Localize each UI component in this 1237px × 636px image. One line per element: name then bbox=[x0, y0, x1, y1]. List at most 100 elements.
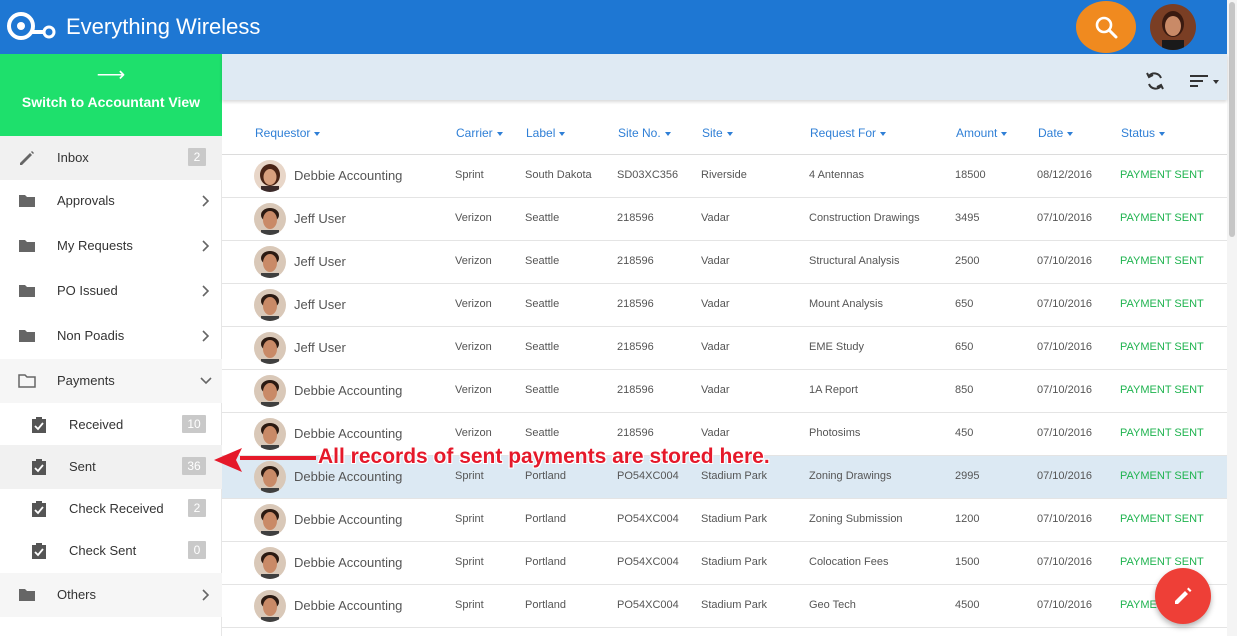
sidebar-item-others[interactable]: Others bbox=[0, 573, 222, 617]
table-row[interactable]: Debbie Accounting Sprint Portland PO54XC004… bbox=[222, 499, 1227, 542]
table-row[interactable]: Debbie Accounting Verizon Seattle 218596 Vad… bbox=[222, 370, 1227, 413]
carrier-cell: Verizon bbox=[455, 298, 492, 310]
table-row[interactable]: Jeff User Verizon Seattle 218596 Vadar Mount … bbox=[222, 284, 1227, 327]
table-row[interactable]: Jeff User Verizon Seattle 218596 Vadar Struct… bbox=[222, 241, 1227, 284]
user-avatar-image bbox=[1150, 4, 1196, 50]
column-header-status[interactable]: Status bbox=[1121, 126, 1166, 140]
site-cell: Stadium Park bbox=[701, 513, 768, 525]
requestor-cell: Debbie Accounting bbox=[294, 383, 403, 398]
status-cell: PAYMENT SENT bbox=[1120, 427, 1204, 439]
sidebar-item-sent[interactable]: Sent 36 bbox=[0, 445, 222, 489]
compose-fab-button[interactable] bbox=[1155, 568, 1211, 624]
sidebar-item-my-requests[interactable]: My Requests bbox=[0, 224, 222, 268]
table-row[interactable]: Jeff User Verizon Seattle 218596 Vadar EME St… bbox=[222, 327, 1227, 370]
sidebar-item-label: Others bbox=[57, 587, 97, 602]
column-header-site[interactable]: Site bbox=[702, 126, 733, 140]
column-header-site-no[interactable]: Site No. bbox=[618, 126, 671, 140]
app-root: Everything Wireless ⟶ Switch to Accounta… bbox=[0, 0, 1237, 636]
carrier-cell: Sprint bbox=[455, 169, 484, 181]
table-row[interactable]: Jeff User Verizon Seattle 218596 Vadar Constr… bbox=[222, 198, 1227, 241]
sidebar-item-po-issued[interactable]: PO Issued bbox=[0, 269, 222, 313]
user-avatar[interactable] bbox=[1150, 4, 1196, 50]
sidebar-item-inbox[interactable]: Inbox 2 bbox=[0, 136, 222, 180]
label-cell: Seattle bbox=[525, 384, 560, 396]
folder-icon bbox=[19, 240, 35, 252]
caret-down-icon bbox=[1067, 131, 1074, 136]
chevron-down-icon bbox=[200, 377, 212, 385]
sidebar: ⟶ Switch to Accountant View Inbox 2 Appr… bbox=[0, 54, 222, 636]
label-cell: Seattle bbox=[525, 255, 560, 267]
column-header-date[interactable]: Date bbox=[1038, 126, 1074, 140]
column-header-label: Site No. bbox=[618, 126, 661, 140]
request-for-cell: Mount Analysis bbox=[809, 298, 883, 310]
sidebar-item-payments[interactable]: Payments bbox=[0, 359, 222, 403]
request-for-cell: Construction Drawings bbox=[809, 212, 920, 224]
sidebar-item-label: Received bbox=[69, 417, 124, 432]
carrier-cell: Verizon bbox=[455, 255, 492, 267]
site-cell: Vadar bbox=[701, 298, 730, 310]
site-cell: Vadar bbox=[701, 427, 730, 439]
request-for-cell: EME Study bbox=[809, 341, 865, 353]
status-cell: PAYMENT SENT bbox=[1120, 255, 1204, 267]
requestor-cell: Debbie Accounting bbox=[294, 598, 403, 613]
carrier-cell: Verizon bbox=[455, 212, 492, 224]
request-for-cell: Photosims bbox=[809, 427, 861, 439]
column-header-label: Site bbox=[702, 126, 723, 140]
site-no-cell: PO54XC004 bbox=[617, 599, 679, 611]
sidebar-item-non-poadis[interactable]: Non Poadis bbox=[0, 314, 222, 358]
callout-arrow-icon bbox=[214, 448, 316, 472]
sidebar-item-approvals[interactable]: Approvals bbox=[0, 179, 222, 223]
sidebar-item-received[interactable]: Received 10 bbox=[0, 403, 222, 447]
table-row[interactable]: Debbie Accounting Sprint Portland PO54XC004… bbox=[222, 585, 1227, 628]
site-no-cell: 218596 bbox=[617, 255, 654, 267]
switch-label: Switch to Accountant View bbox=[21, 94, 201, 110]
requestor-cell: Debbie Accounting bbox=[294, 168, 403, 183]
column-header-amount[interactable]: Amount bbox=[956, 126, 1008, 140]
amount-cell: 650 bbox=[955, 341, 974, 353]
chevron-right-icon bbox=[202, 240, 210, 252]
folder-icon bbox=[19, 285, 35, 297]
refresh-icon[interactable] bbox=[1145, 70, 1165, 92]
caret-down-icon bbox=[314, 131, 321, 136]
caret-down-icon bbox=[559, 131, 566, 136]
requestor-cell: Debbie Accounting bbox=[294, 512, 403, 527]
avatar bbox=[254, 590, 286, 622]
status-cell: PAYMENT SENT bbox=[1120, 212, 1204, 224]
status-cell: PAYMENT SENT bbox=[1120, 470, 1204, 482]
amount-cell: 2500 bbox=[955, 255, 980, 267]
amount-cell: 18500 bbox=[955, 169, 986, 181]
table-row[interactable]: Debbie Accounting Sprint South Dakota SD03X… bbox=[222, 155, 1227, 198]
column-header-requestor[interactable]: Requestor bbox=[255, 126, 321, 140]
chevron-right-icon bbox=[202, 589, 210, 601]
requestor-cell: Debbie Accounting bbox=[294, 555, 403, 570]
count-badge: 36 bbox=[182, 457, 206, 475]
column-header-request-for[interactable]: Request For bbox=[810, 126, 887, 140]
column-header-label-col[interactable]: Label bbox=[526, 126, 566, 140]
site-no-cell: SD03XC356 bbox=[617, 169, 679, 181]
folder-icon bbox=[19, 589, 35, 601]
search-button[interactable] bbox=[1076, 1, 1136, 53]
requestor-cell: Jeff User bbox=[294, 254, 346, 269]
request-for-cell: Zoning Submission bbox=[809, 513, 903, 525]
folder-icon bbox=[19, 195, 35, 207]
label-cell: Seattle bbox=[525, 341, 560, 353]
sort-icon[interactable] bbox=[1189, 72, 1223, 90]
amount-cell: 1200 bbox=[955, 513, 980, 525]
table-row[interactable]: Debbie Accounting Sprint Portland PO54XC004… bbox=[222, 542, 1227, 585]
switch-to-accountant-view-button[interactable]: ⟶ Switch to Accountant View bbox=[0, 54, 222, 136]
scrollbar-thumb[interactable] bbox=[1229, 2, 1235, 237]
sidebar-item-check-sent[interactable]: Check Sent 0 bbox=[0, 529, 222, 573]
column-header-label: Status bbox=[1121, 126, 1156, 140]
site-cell: Stadium Park bbox=[701, 470, 768, 482]
avatar bbox=[254, 375, 286, 407]
sidebar-item-check-received[interactable]: Check Received 2 bbox=[0, 487, 222, 531]
amount-cell: 3495 bbox=[955, 212, 980, 224]
site-no-cell: PO54XC004 bbox=[617, 513, 679, 525]
pencil-icon bbox=[20, 151, 34, 165]
request-for-cell: Geo Tech bbox=[809, 599, 856, 611]
column-header-carrier[interactable]: Carrier bbox=[456, 126, 503, 140]
sidebar-item-label: My Requests bbox=[57, 238, 133, 253]
chevron-right-icon bbox=[202, 195, 210, 207]
date-cell: 07/10/2016 bbox=[1037, 513, 1093, 525]
amount-cell: 850 bbox=[955, 384, 974, 396]
